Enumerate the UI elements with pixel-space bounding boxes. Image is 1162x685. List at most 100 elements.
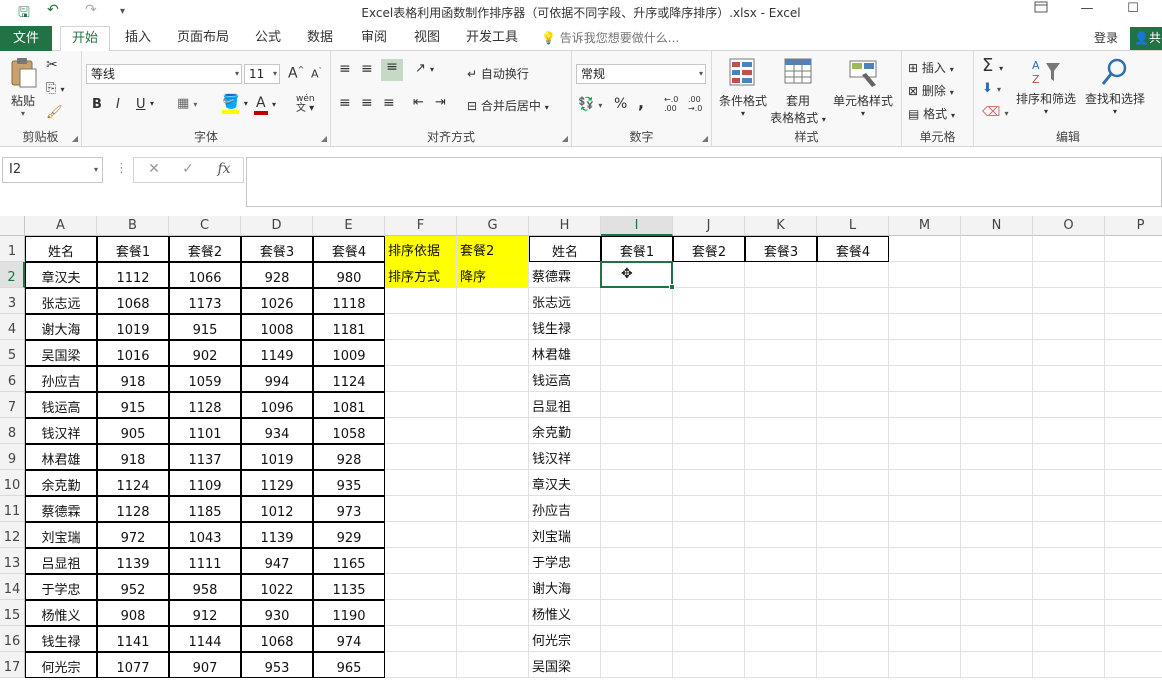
value-cell[interactable]: 1058 <box>313 418 385 444</box>
name-cell[interactable]: 谢大海 <box>25 314 97 340</box>
empty-cell[interactable] <box>1033 366 1105 392</box>
number-launcher-icon[interactable]: ◢ <box>702 134 708 143</box>
empty-cell[interactable] <box>673 652 745 678</box>
row-header-10[interactable]: 10 <box>0 470 25 496</box>
value-cell[interactable]: 972 <box>97 522 169 548</box>
value-cell[interactable]: 1111 <box>169 548 241 574</box>
tab-insert[interactable]: 插入 <box>116 26 160 51</box>
empty-cell[interactable] <box>457 496 529 522</box>
fill-color-icon[interactable]: 🪣 ▾ <box>222 94 248 114</box>
empty-cell[interactable] <box>385 548 457 574</box>
empty-cell[interactable] <box>1033 418 1105 444</box>
value-cell[interactable]: 1008 <box>241 314 313 340</box>
insert-function-icon[interactable]: fx <box>212 161 236 177</box>
name-cell[interactable]: 钱运高 <box>25 392 97 418</box>
empty-cell[interactable] <box>745 626 817 652</box>
empty-cell[interactable] <box>385 574 457 600</box>
decrease-decimal-icon[interactable]: .00 →.0 <box>688 95 702 113</box>
name-cell[interactable]: 钱汉祥 <box>25 418 97 444</box>
empty-cell[interactable] <box>601 288 673 314</box>
format-cells-button[interactable]: ▤ 格式 ▾ <box>908 105 955 122</box>
empty-cell[interactable] <box>385 418 457 444</box>
name-cell[interactable]: 余克勤 <box>25 470 97 496</box>
value-cell[interactable]: 1185 <box>169 496 241 522</box>
formula-input[interactable] <box>246 157 1162 207</box>
value-cell[interactable]: 1019 <box>97 314 169 340</box>
value-cell[interactable]: 973 <box>313 496 385 522</box>
value-cell[interactable]: 958 <box>169 574 241 600</box>
value-cell[interactable]: 1077 <box>97 652 169 678</box>
empty-cell[interactable] <box>961 262 1033 288</box>
empty-cell[interactable] <box>385 496 457 522</box>
empty-cell[interactable] <box>673 314 745 340</box>
empty-cell[interactable] <box>601 392 673 418</box>
value-cell[interactable]: 1101 <box>169 418 241 444</box>
empty-cell[interactable] <box>601 340 673 366</box>
empty-cell[interactable] <box>673 444 745 470</box>
insert-cells-button[interactable]: ⊞ 插入 ▾ <box>908 59 954 76</box>
value-cell[interactable]: 929 <box>313 522 385 548</box>
result-name-cell[interactable]: 谢大海 <box>529 574 601 600</box>
table-header-cell[interactable]: 套餐1 <box>97 236 169 262</box>
empty-cell[interactable] <box>601 522 673 548</box>
empty-cell[interactable] <box>1105 600 1162 626</box>
align-bottom-icon[interactable]: ≡ <box>381 59 403 81</box>
cancel-icon[interactable]: ✕ <box>142 161 166 177</box>
row-header-1[interactable]: 1 <box>0 236 25 262</box>
value-cell[interactable]: 1124 <box>313 366 385 392</box>
value-cell[interactable]: 1139 <box>97 548 169 574</box>
wrap-text-button[interactable]: ↵ 自动换行 <box>467 65 529 82</box>
name-cell[interactable]: 张志远 <box>25 288 97 314</box>
result-header-cell[interactable]: 套餐4 <box>817 236 889 262</box>
empty-cell[interactable] <box>385 652 457 678</box>
empty-cell[interactable] <box>457 600 529 626</box>
empty-cell[interactable] <box>817 262 889 288</box>
empty-cell[interactable] <box>1105 522 1162 548</box>
value-cell[interactable]: 1009 <box>313 340 385 366</box>
value-cell[interactable]: 1118 <box>313 288 385 314</box>
empty-cell[interactable] <box>817 496 889 522</box>
name-cell[interactable]: 吴国梁 <box>25 340 97 366</box>
empty-cell[interactable] <box>1105 496 1162 522</box>
empty-cell[interactable] <box>1033 548 1105 574</box>
empty-cell[interactable] <box>817 288 889 314</box>
value-cell[interactable]: 1129 <box>241 470 313 496</box>
empty-cell[interactable] <box>961 236 1033 262</box>
value-cell[interactable]: 1190 <box>313 600 385 626</box>
empty-cell[interactable] <box>1033 600 1105 626</box>
empty-cell[interactable] <box>601 626 673 652</box>
column-header-b[interactable]: B <box>97 216 169 236</box>
table-header-cell[interactable]: 姓名 <box>25 236 97 262</box>
empty-cell[interactable] <box>673 366 745 392</box>
column-header-e[interactable]: E <box>313 216 385 236</box>
empty-cell[interactable] <box>385 340 457 366</box>
phonetic-icon[interactable]: wén 文 ▾ <box>296 95 315 114</box>
empty-cell[interactable] <box>889 340 961 366</box>
value-cell[interactable]: 980 <box>313 262 385 288</box>
value-cell[interactable]: 902 <box>169 340 241 366</box>
border-icon[interactable]: ▦ ▾ <box>177 96 197 111</box>
value-cell[interactable]: 952 <box>97 574 169 600</box>
empty-cell[interactable] <box>385 522 457 548</box>
comma-button[interactable]: , <box>638 93 644 112</box>
value-cell[interactable]: 918 <box>97 444 169 470</box>
empty-cell[interactable] <box>1105 548 1162 574</box>
empty-cell[interactable] <box>1033 262 1105 288</box>
name-cell[interactable]: 章汉夫 <box>25 262 97 288</box>
empty-cell[interactable] <box>601 548 673 574</box>
empty-cell[interactable] <box>601 652 673 678</box>
name-cell[interactable]: 孙应吉 <box>25 366 97 392</box>
row-header-2[interactable]: 2 <box>0 262 25 288</box>
result-name-cell[interactable]: 吴国梁 <box>529 652 601 678</box>
percent-button[interactable]: % <box>614 96 627 112</box>
value-cell[interactable]: 1165 <box>313 548 385 574</box>
empty-cell[interactable] <box>961 392 1033 418</box>
result-name-cell[interactable]: 杨惟义 <box>529 600 601 626</box>
empty-cell[interactable] <box>961 288 1033 314</box>
empty-cell[interactable] <box>961 574 1033 600</box>
empty-cell[interactable] <box>889 392 961 418</box>
alignment-launcher-icon[interactable]: ◢ <box>562 134 568 143</box>
increase-decimal-icon[interactable]: ←.0.00 <box>664 95 678 113</box>
name-cell[interactable]: 钱生禄 <box>25 626 97 652</box>
row-header-15[interactable]: 15 <box>0 600 25 626</box>
